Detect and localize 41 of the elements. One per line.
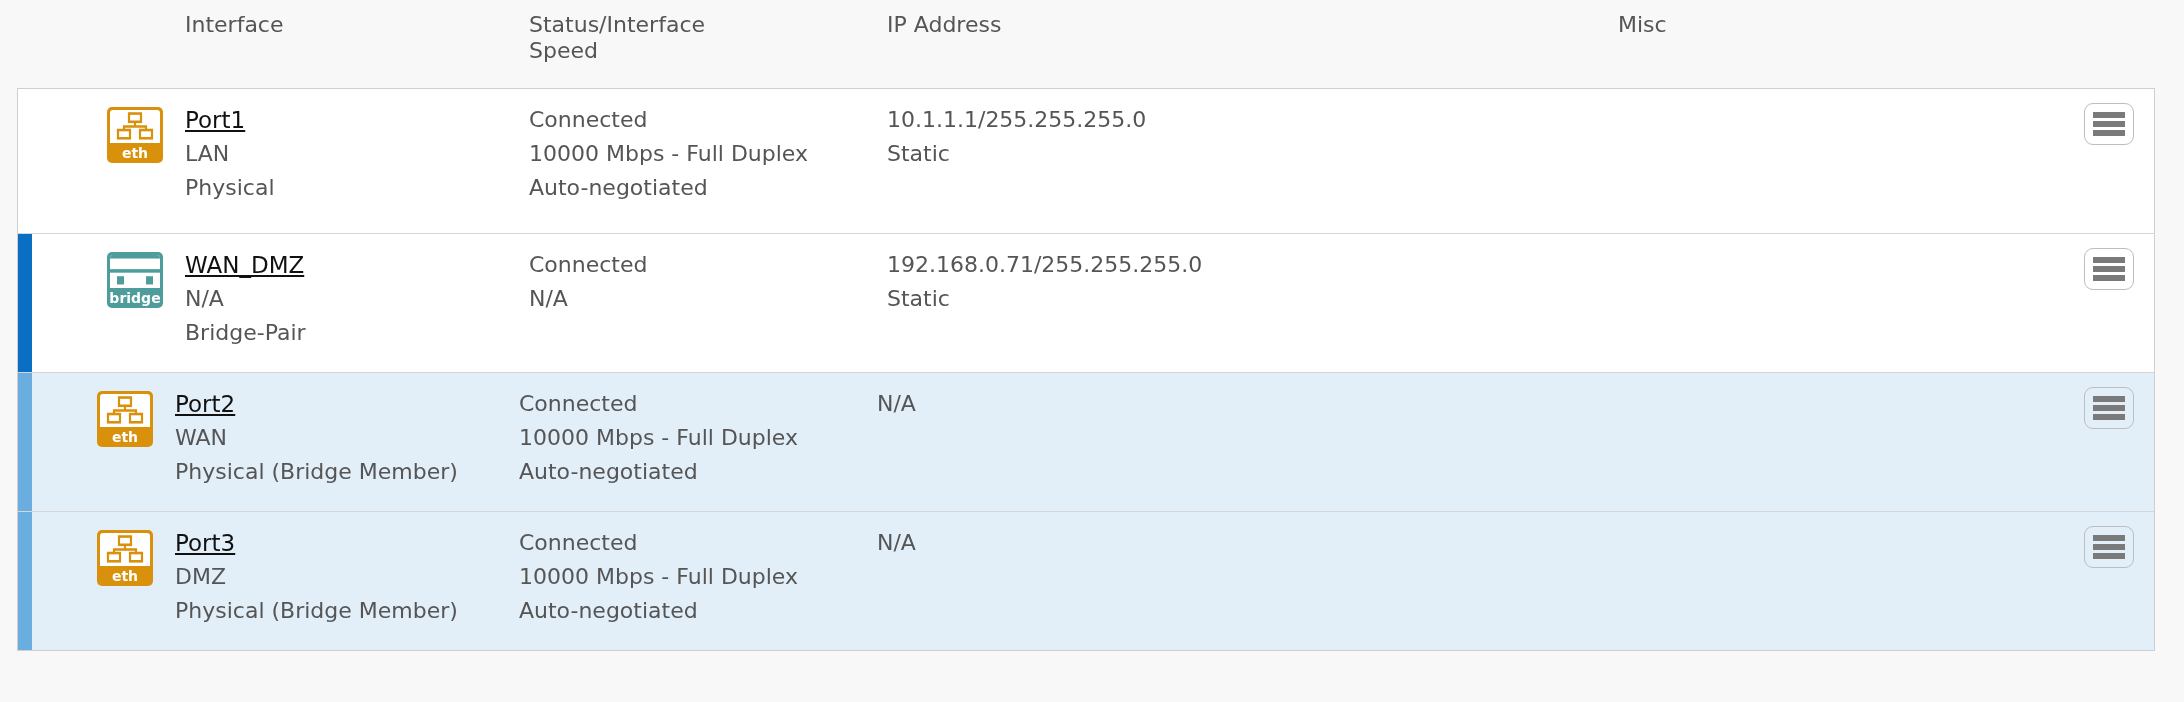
status-text: Auto-negotiated [519,597,699,625]
zone-text: N/A [185,285,225,313]
eth-icon: eth [107,107,163,163]
status-text: Auto-negotiated [519,458,699,486]
status-text: Connected [519,390,639,418]
ip-text: 192.168.0.71/255.255.255.0 [887,251,1204,279]
column-header: Interface [185,12,285,38]
status-text: N/A [529,285,569,313]
status-text: Connected [519,529,639,557]
type-text: Bridge-Pair [185,319,307,347]
bridge-icon: bridge [107,252,163,308]
eth-icon: eth [97,530,153,586]
status-text: 10000 Mbps - Full Duplex [519,424,800,452]
menu-button[interactable] [2084,103,2134,145]
interface-link[interactable]: WAN_DMZ [185,248,529,282]
interface-link[interactable]: Port3 [175,526,519,560]
column-header: Misc [1618,12,1668,38]
eth-icon: eth [97,391,153,447]
interface-link[interactable]: Port2 [175,387,519,421]
menu-button[interactable] [2084,526,2134,568]
interface-link[interactable]: Port1 [185,103,529,137]
menu-button[interactable] [2084,387,2134,429]
menu-button[interactable] [2084,248,2134,290]
ip-text: Static [887,285,951,313]
status-text: Auto-negotiated [529,174,709,202]
status-text: 10000 Mbps - Full Duplex [519,563,800,591]
status-text: Connected [529,251,649,279]
status-text: 10000 Mbps - Full Duplex [529,140,810,168]
ip-text: N/A [877,390,917,418]
ip-text: Static [887,140,951,168]
column-header: IP Address [887,12,1003,38]
zone-text: LAN [185,140,231,168]
type-text: Physical [185,174,276,202]
type-text: Physical (Bridge Member) [175,597,459,625]
zone-text: WAN [175,424,229,452]
column-header: Status/Interface Speed [529,12,706,64]
status-text: Connected [529,106,649,134]
ip-text: N/A [877,529,917,557]
zone-text: DMZ [175,563,227,591]
type-text: Physical (Bridge Member) [175,458,459,486]
ip-text: 10.1.1.1/255.255.255.0 [887,106,1148,134]
